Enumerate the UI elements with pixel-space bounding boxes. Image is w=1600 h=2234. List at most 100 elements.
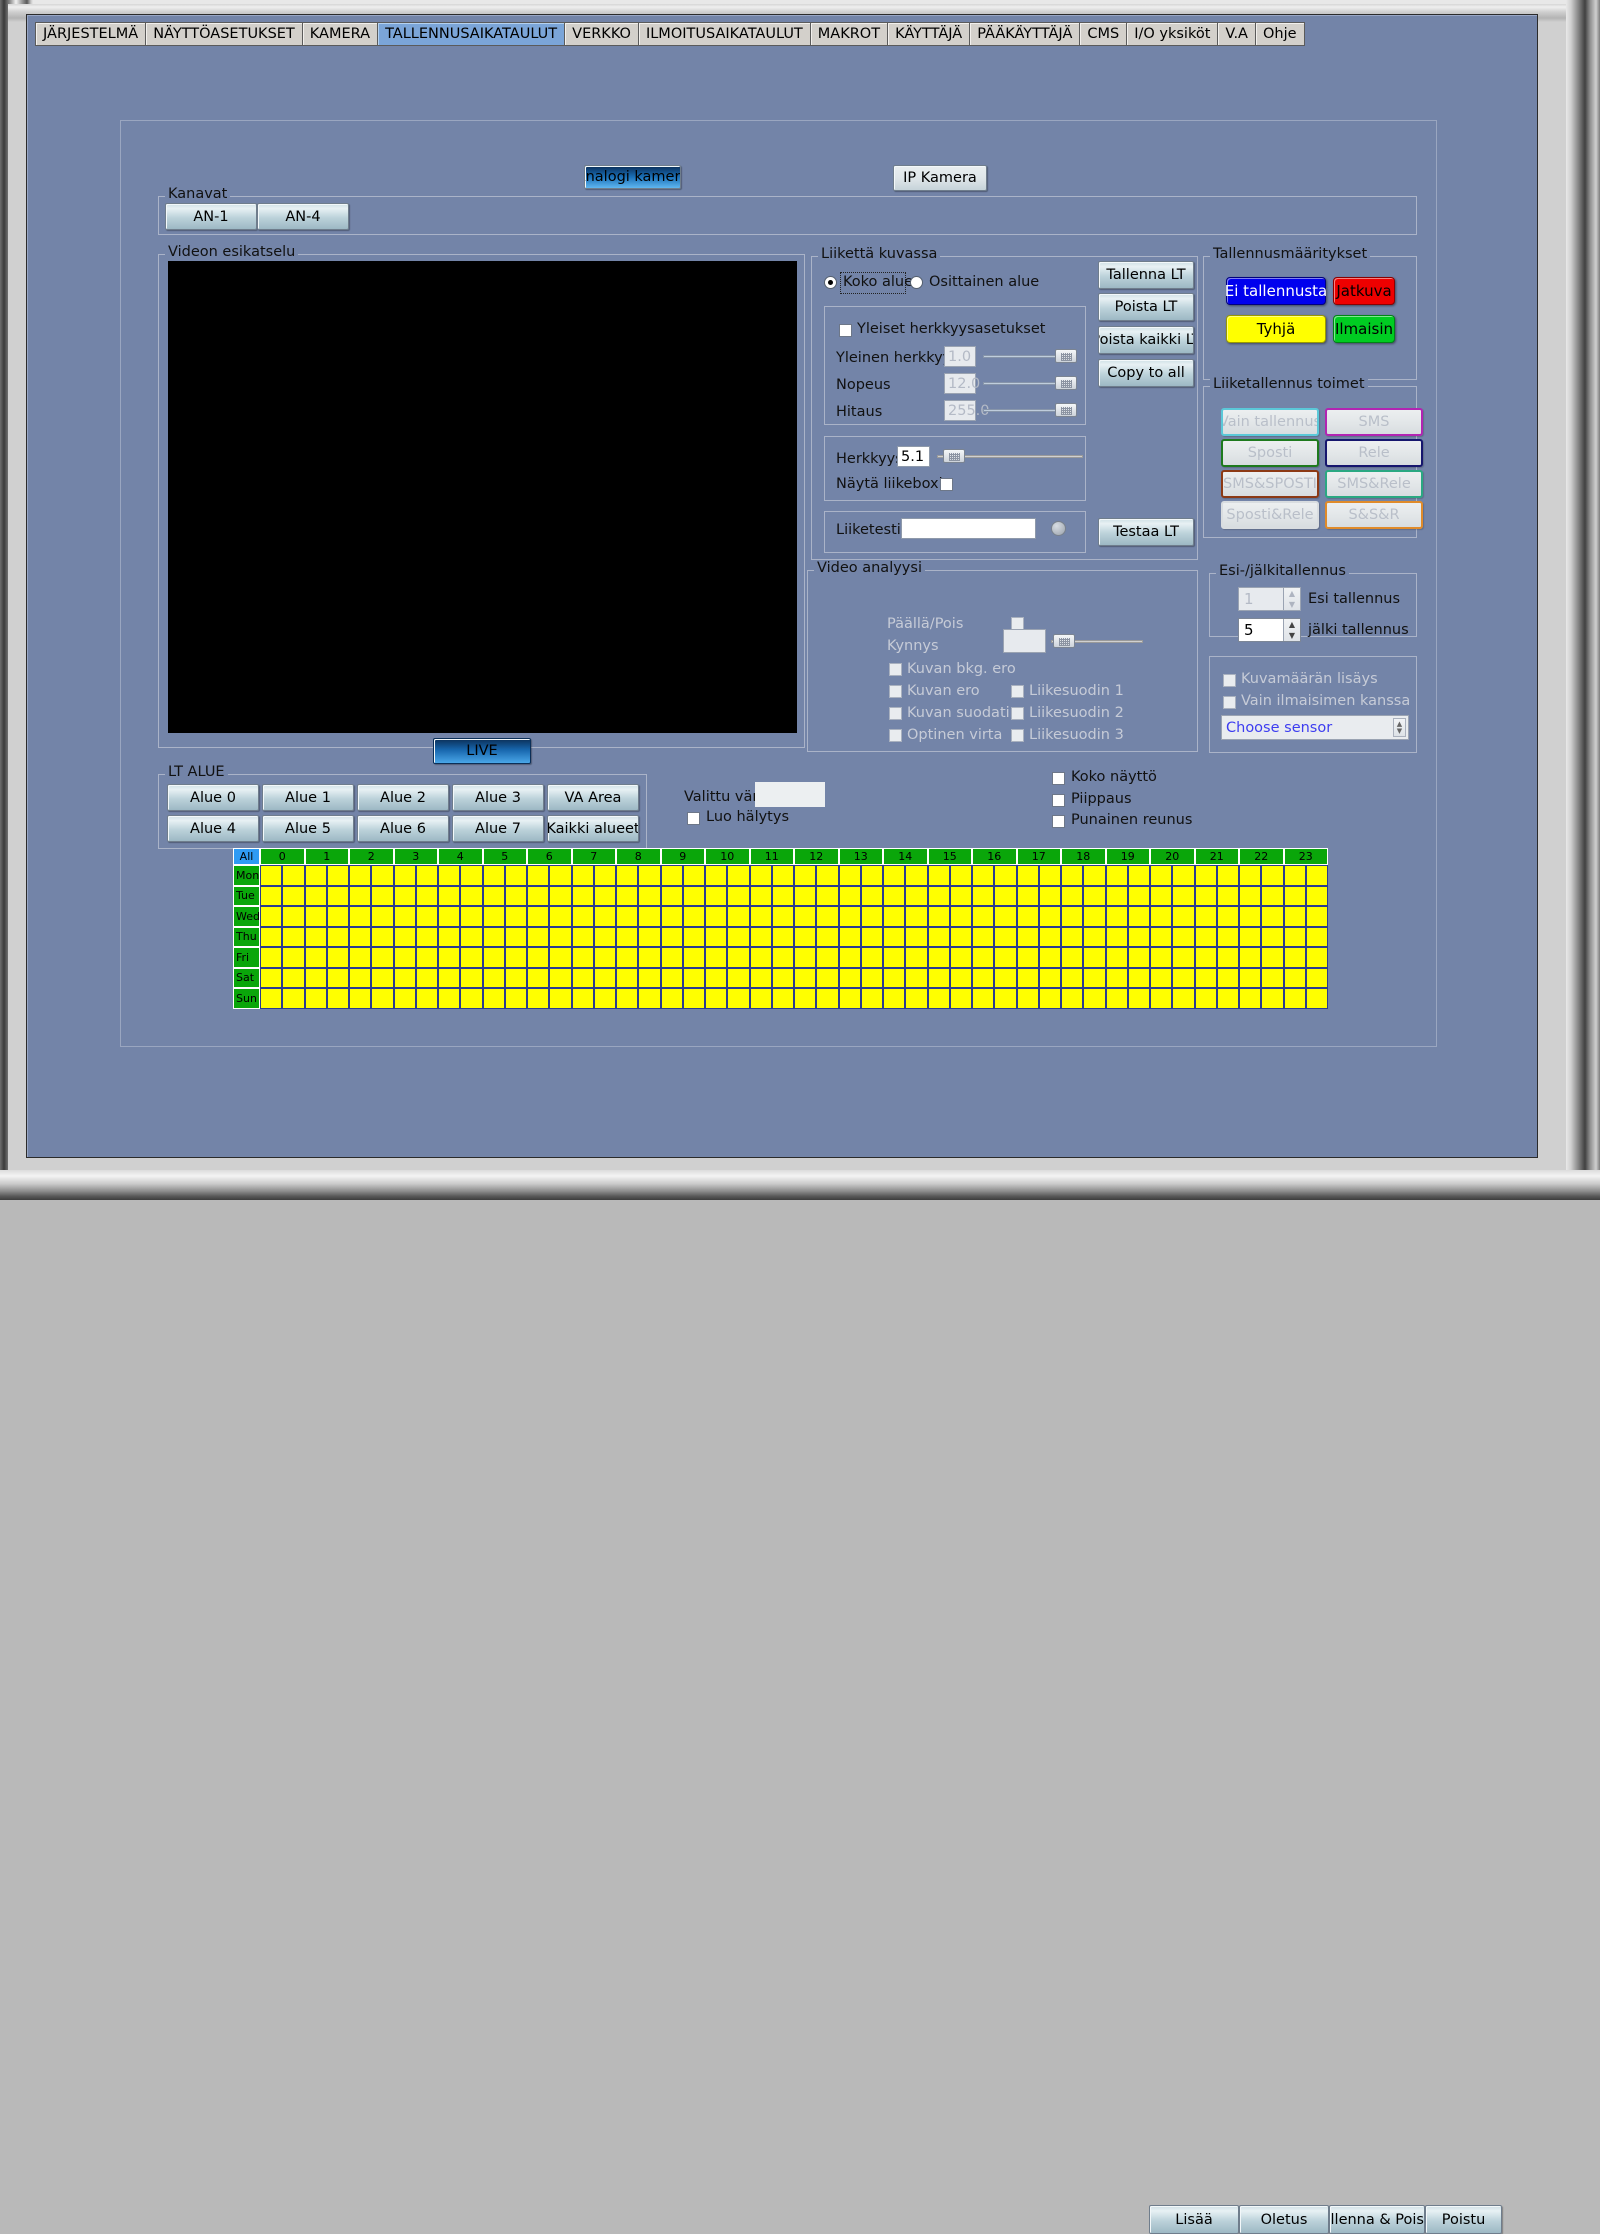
post-record-arrows[interactable]: ▲ ▼ (1283, 619, 1300, 641)
schedule-cell[interactable] (638, 885, 661, 906)
schedule-cell[interactable] (1305, 865, 1328, 886)
schedule-cell[interactable] (1261, 885, 1284, 906)
schedule-cell[interactable] (860, 988, 883, 1009)
schedule-cell[interactable] (1105, 947, 1128, 968)
schedule-cell[interactable] (1150, 926, 1173, 947)
schedule-cell[interactable] (1061, 947, 1084, 968)
schedule-cell[interactable] (705, 926, 728, 947)
schedule-cell[interactable] (571, 967, 594, 988)
schedule-cell[interactable] (1016, 926, 1039, 947)
schedule-cell[interactable] (927, 865, 950, 886)
schedule-cell[interactable] (1239, 988, 1262, 1009)
schedule-cell[interactable] (1194, 906, 1217, 927)
schedule-cell[interactable] (1038, 885, 1061, 906)
schedule-cell[interactable] (1083, 988, 1106, 1009)
motion-action-s-s-r[interactable]: S&S&R (1325, 501, 1423, 529)
schedule-cell[interactable] (860, 967, 883, 988)
show-motion-boxes-checkbox[interactable] (940, 478, 953, 491)
schedule-cell[interactable] (1127, 885, 1150, 906)
schedule-cell[interactable] (482, 906, 505, 927)
schedule-cell[interactable] (883, 926, 906, 947)
sensor-select[interactable]: Choose sensor ▲ ▼ (1221, 715, 1409, 740)
schedule-cell[interactable] (1105, 865, 1128, 886)
sensitivity-input[interactable]: 5.1 (897, 446, 930, 467)
schedule-cell[interactable] (883, 947, 906, 968)
va-check-right-0[interactable] (1011, 685, 1024, 698)
schedule-cell[interactable] (415, 865, 438, 886)
schedule-cell[interactable] (1239, 906, 1262, 927)
schedule-cell[interactable] (260, 926, 283, 947)
schedule-cell[interactable] (1016, 906, 1039, 927)
schedule-cell[interactable] (1216, 967, 1239, 988)
schedule-cell[interactable] (727, 865, 750, 886)
schedule-cell[interactable] (393, 906, 416, 927)
schedule-hour-header-23[interactable]: 23 (1283, 848, 1328, 865)
schedule-cell[interactable] (905, 926, 928, 947)
schedule-cell[interactable] (816, 967, 839, 988)
channel-button-an1[interactable]: AN-1 (165, 203, 257, 230)
schedule-hour-header-10[interactable]: 10 (705, 848, 750, 865)
schedule-cell[interactable] (949, 988, 972, 1009)
tab-kamera[interactable]: KAMERA (301, 22, 379, 46)
tab-k-ytt-j[interactable]: KÄYTTÄJÄ (887, 22, 971, 46)
schedule-cell[interactable] (972, 947, 995, 968)
schedule-cell[interactable] (349, 967, 372, 988)
radio-full-area[interactable] (824, 276, 837, 289)
schedule-cell[interactable] (838, 926, 861, 947)
schedule-hour-header-1[interactable]: 1 (304, 848, 349, 865)
schedule-cell[interactable] (393, 865, 416, 886)
schedule-cell[interactable] (727, 885, 750, 906)
schedule-cell[interactable] (1127, 967, 1150, 988)
schedule-cell[interactable] (1283, 906, 1306, 927)
schedule-cell[interactable] (905, 885, 928, 906)
schedule-cell[interactable] (1261, 865, 1284, 886)
schedule-cell[interactable] (1305, 926, 1328, 947)
schedule-cell[interactable] (504, 906, 527, 927)
schedule-cell[interactable] (816, 988, 839, 1009)
schedule-cell[interactable] (905, 906, 928, 927)
schedule-cell[interactable] (460, 947, 483, 968)
schedule-hour-header-8[interactable]: 8 (616, 848, 661, 865)
schedule-cell[interactable] (794, 906, 817, 927)
schedule-cell[interactable] (504, 947, 527, 968)
schedule-cell[interactable] (1216, 865, 1239, 886)
schedule-cell[interactable] (326, 967, 349, 988)
schedule-cell[interactable] (438, 885, 461, 906)
schedule-cell[interactable] (1194, 988, 1217, 1009)
schedule-cell[interactable] (905, 947, 928, 968)
schedule-cell[interactable] (883, 988, 906, 1009)
schedule-cell[interactable] (616, 926, 639, 947)
schedule-cell[interactable] (438, 988, 461, 1009)
schedule-cell[interactable] (1105, 906, 1128, 927)
schedule-cell[interactable] (794, 947, 817, 968)
schedule-cell[interactable] (838, 885, 861, 906)
schedule-cell[interactable] (549, 906, 572, 927)
schedule-cell[interactable] (749, 988, 772, 1009)
schedule-cell[interactable] (571, 988, 594, 1009)
schedule-cell[interactable] (1194, 967, 1217, 988)
schedule-cell[interactable] (771, 988, 794, 1009)
schedule-cell[interactable] (1283, 988, 1306, 1009)
schedule-hour-header-11[interactable]: 11 (749, 848, 794, 865)
schedule-cell[interactable] (393, 885, 416, 906)
schedule-cell[interactable] (1150, 988, 1173, 1009)
schedule-cell[interactable] (1150, 906, 1173, 927)
schedule-cell[interactable] (527, 885, 550, 906)
schedule-cell[interactable] (1216, 947, 1239, 968)
schedule-cell[interactable] (705, 947, 728, 968)
tab-i-o-yksik-t[interactable]: I/O yksiköt (1126, 22, 1219, 46)
speed-slider[interactable] (983, 376, 1077, 390)
schedule-cell[interactable] (1105, 926, 1128, 947)
schedule-cell[interactable] (504, 988, 527, 1009)
schedule-cell[interactable] (460, 885, 483, 906)
schedule-cell[interactable] (1016, 885, 1039, 906)
schedule-cell[interactable] (482, 967, 505, 988)
schedule-cell[interactable] (1283, 967, 1306, 988)
lt-area-button-alue-2[interactable]: Alue 2 (357, 784, 449, 811)
record-mode-continuous[interactable]: Jatkuva (1333, 277, 1395, 305)
tab-p-k-ytt-j[interactable]: PÄÄKÄYTTÄJÄ (969, 22, 1081, 46)
schedule-cell[interactable] (304, 906, 327, 927)
schedule-cell[interactable] (1261, 906, 1284, 927)
copy-to-all-button[interactable]: Copy to all (1098, 359, 1194, 387)
general-sensitivity-value[interactable]: 1.0 (944, 346, 976, 367)
